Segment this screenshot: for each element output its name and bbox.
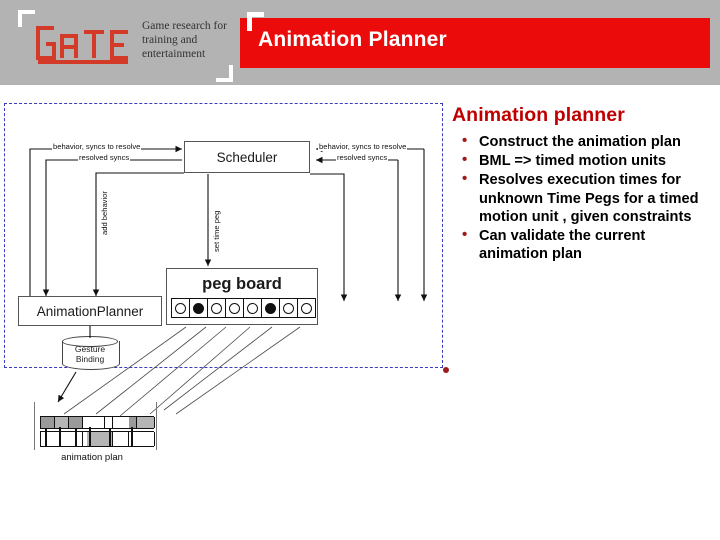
list-item: BML => timed motion units: [452, 151, 714, 170]
gate-logo: Game research for training and entertain…: [18, 10, 233, 82]
logo-tagline: Game research for training and entertain…: [142, 20, 227, 60]
gate-wordmark-icon: [36, 26, 128, 64]
section-heading: Animation planner: [452, 104, 625, 126]
bullet-list: Construct the animation plan BML => time…: [452, 132, 714, 263]
list-item: Resolves execution times for unknown Tim…: [452, 170, 714, 226]
logo-corner-bottom-right-icon: [216, 65, 233, 82]
content-column: Animation planner Construct the animatio…: [452, 104, 714, 264]
page-title: Animation Planner: [258, 28, 447, 51]
planner-gesture-connector: [57, 326, 91, 403]
list-item: Can validate the current animation plan: [452, 226, 714, 263]
architecture-diagram: behavior, syncs to resolve resolved sync…: [0, 96, 452, 486]
list-item: Construct the animation plan: [452, 132, 714, 151]
